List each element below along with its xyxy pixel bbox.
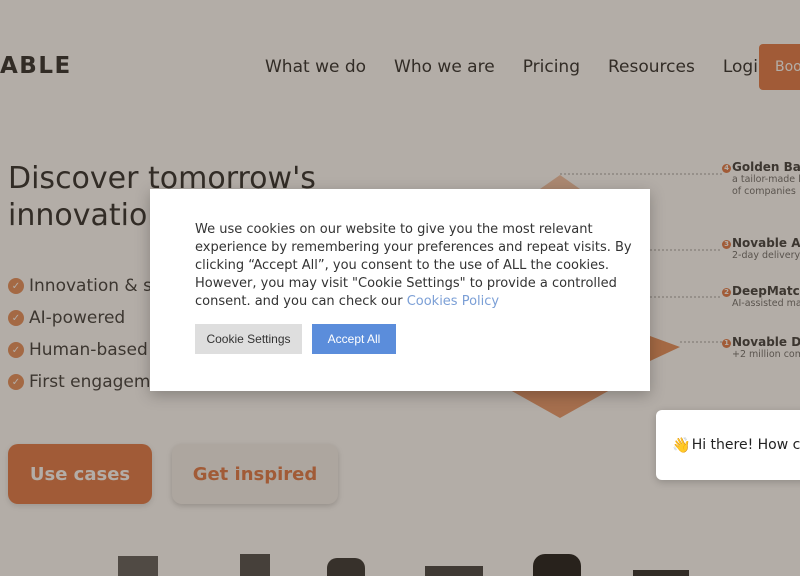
cookie-text-line: clicking “Accept All”, you consent to th… [195, 258, 610, 273]
cookie-notice-text: We use cookies on our website to give yo… [195, 221, 632, 311]
cookie-consent-dialog: We use cookies on our website to give yo… [150, 189, 650, 391]
chat-widget[interactable]: 👋 Hi there! How can I help you? [656, 410, 800, 480]
cookies-policy-link[interactable]: Cookies Policy [407, 294, 499, 309]
accept-all-button[interactable]: Accept All [312, 324, 396, 354]
waving-hand-icon: 👋 [672, 436, 691, 454]
cookie-text-line: However, you may visit "Cookie Settings"… [195, 276, 617, 291]
cookie-settings-button[interactable]: Cookie Settings [195, 324, 302, 354]
cookie-text-fragment: consent. and you can check our [195, 294, 403, 309]
cookie-text-line: consent. and you can check our Cookies P… [195, 293, 605, 311]
chat-message: Hi there! How can I help you? [691, 437, 800, 453]
cookie-text-line: experience by remembering your preferenc… [195, 240, 632, 255]
cookie-text-line: We use cookies on our website to give yo… [195, 222, 593, 237]
